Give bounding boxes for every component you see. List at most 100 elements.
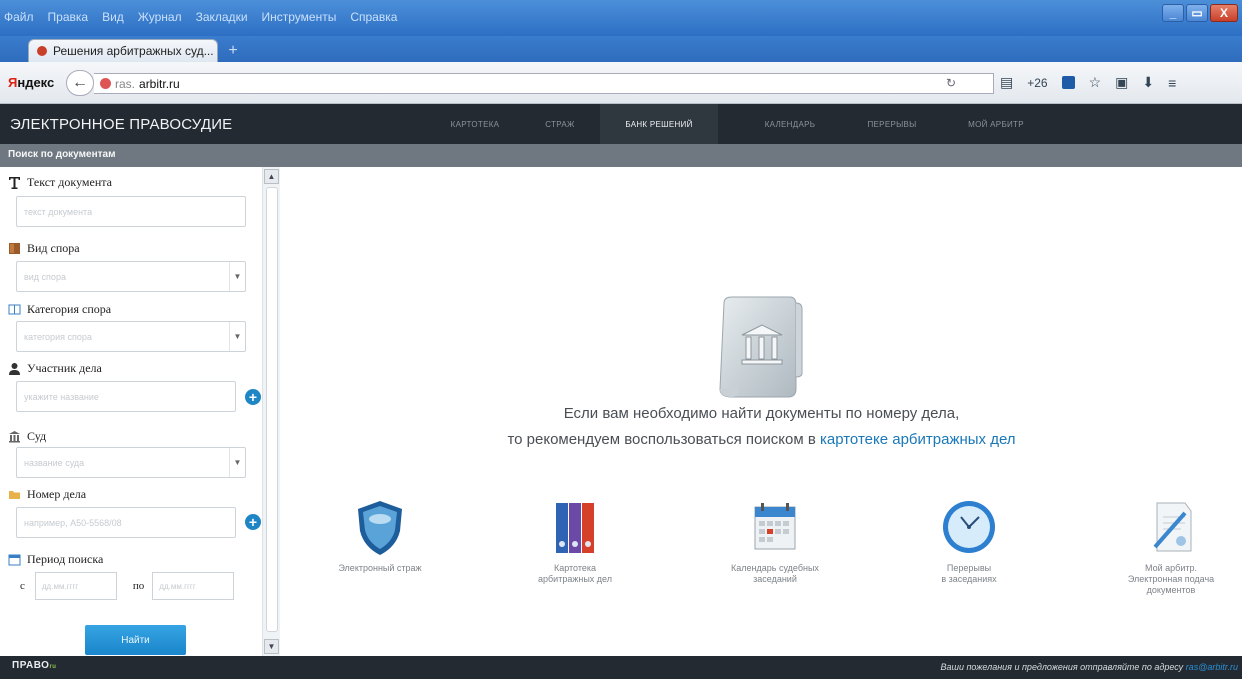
kartoteka-link[interactable]: картотеке арбитражных дел [820,431,1016,448]
period-group: Период поиска [8,552,103,567]
toolbar-icons: ▤ +26 ☆ ▣ ⬇ ≡ [1000,74,1176,91]
address-bar[interactable]: ras. arbitr.ru [94,73,994,94]
nav-strazh[interactable]: СТРАЖ [530,104,590,144]
category-value: категория спора [24,331,92,342]
menu-bookmarks[interactable]: Закладки [196,10,248,24]
folder-icon [9,491,20,499]
tile-caption-line: документов [1146,585,1196,595]
participant-label-text: Участник дела [27,361,102,375]
url-domain: arbitr.ru [139,76,180,91]
case-number-input[interactable]: например, А50-5568/08 [16,507,236,538]
tile-case-files[interactable]: Картотека арбитражных дел [505,497,645,585]
add-participant-button[interactable]: + [245,389,261,405]
scroll-thumb[interactable] [266,187,278,632]
date-from-input[interactable]: дд.мм.гггг [34,572,117,600]
dispute-type-label: Вид спора [8,241,80,256]
nav-kalendar[interactable]: КАЛЕНДАРЬ [740,104,840,144]
tile-electronic-guard[interactable]: Электронный страж [310,497,450,574]
chevron-down-icon[interactable]: ▼ [229,448,245,477]
main-content: Если вам необходимо найти документы по н… [281,167,1242,656]
dispute-type-icon [9,243,20,254]
tile-caption-line: Перерывы [946,563,992,573]
tile-breaks[interactable]: Перерывы в заседаниях [899,497,1039,585]
tile-caption-line: Электронный страж [338,563,422,573]
feed-icon[interactable]: ▤ [1000,74,1013,91]
menu-help[interactable]: Справка [350,10,397,24]
back-button[interactable]: ← [66,70,94,96]
date-to-input[interactable]: дд.мм.гггг [152,572,235,600]
case-number-label-text: Номер дела [27,487,87,501]
tile-caption-line: арбитражных дел [538,574,612,584]
download-icon[interactable]: ⬇ [1142,74,1154,91]
site-identity-icon [100,78,111,89]
search-subheader: Поиск по документам [0,144,1242,167]
feedback-email-link[interactable]: ras@arbitr.ru [1186,662,1238,672]
person-icon [9,363,20,375]
tile-caption: Картотека арбитражных дел [505,563,645,585]
case-number-label: Номер дела [8,487,86,502]
nav-pereryvy[interactable]: ПЕРЕРЫВЫ [852,104,932,144]
favicon-icon [37,46,47,56]
menu-file[interactable]: Файл [4,10,34,24]
clock-icon [943,501,995,553]
menu-edit[interactable]: Правка [48,10,89,24]
scroll-up-icon[interactable]: ▲ [264,169,279,184]
category-group: Категория спора [8,302,111,317]
bookmark-star-icon[interactable]: ☆ [1089,74,1102,91]
participant-label: Участник дела [8,361,102,376]
pravo-logo[interactable]: ПРАВОru [12,660,56,671]
reload-icon[interactable]: ↻ [946,76,956,90]
court-select[interactable]: название суда ▼ [16,447,246,478]
close-window-button[interactable]: X [1210,4,1238,22]
sidebar-scrollbar[interactable]: ▲ ▼ [262,167,280,656]
calendar-icon [754,503,796,550]
nav-moy-arbitr[interactable]: МОЙ АРБИТР [946,104,1046,144]
feedback-note-text: Ваши пожелания и предложения отправляйте… [940,662,1184,672]
period-label-text: Период поиска [27,552,104,566]
maximize-button[interactable]: ▭ [1186,4,1208,22]
participant-input[interactable]: укажите название [16,381,236,412]
chevron-down-icon[interactable]: ▼ [229,262,245,291]
find-button[interactable]: Найти [85,625,186,655]
info-message-prefix: то рекомендуем воспользоваться поиском в [507,431,816,448]
period-row: с дд.мм.гггг по дд.мм.гггг [8,572,235,600]
tile-my-arbitr[interactable]: Мой арбитр. Электронная подача документо… [1101,497,1241,596]
nav-bank-resheniy[interactable]: БАНК РЕШЕНИЙ [600,104,718,144]
court-group: Суд [8,429,46,444]
document-archive-icon [719,296,803,398]
browser-tabbar: Решения арбитражных суд... + [0,36,1242,62]
text-label: Текст документа [8,175,112,190]
dispute-type-label-text: Вид спора [27,241,80,255]
info-message-line1: Если вам необходимо найти документы по н… [563,405,960,422]
document-text-input[interactable]: текст документа [16,196,246,227]
menu-view[interactable]: Вид [102,10,124,24]
category-select[interactable]: категория спора ▼ [16,321,246,352]
menu-hamburger-icon[interactable]: ≡ [1168,75,1176,91]
court-label-text: Суд [27,429,47,443]
book-icon [8,304,21,315]
dispute-type-select[interactable]: вид спора ▼ [16,261,246,292]
scroll-down-icon[interactable]: ▼ [264,639,279,654]
browser-tab[interactable]: Решения арбитражных суд... [28,39,218,62]
minimize-button[interactable]: _ [1162,4,1184,22]
nav-kartoteka[interactable]: КАРТОТЕКА [420,104,530,144]
chevron-down-icon[interactable]: ▼ [229,322,245,351]
extension-icon[interactable] [1061,76,1075,89]
add-case-number-button[interactable]: + [245,514,261,530]
new-tab-button[interactable]: + [222,42,244,60]
tab-title: Решения арбитражных суд... [53,44,214,58]
court-building-icon [9,431,20,443]
category-label: Категория спора [8,302,111,317]
tile-caption-line: в заседаниях [941,574,997,584]
site-brand[interactable]: ЭЛЕКТРОННОЕ ПРАВОСУДИЕ [10,116,232,133]
yandex-logo[interactable]: Яндекс [8,75,54,90]
tile-court-calendar[interactable]: Календарь судебных заседаний [705,497,845,585]
menu-tools[interactable]: Инструменты [262,10,337,24]
search-sidebar: Текст документа текст документа Вид спор… [0,167,280,656]
tile-caption-line: Календарь судебных [731,563,819,573]
url-subdomain: ras. [115,76,136,91]
bookmarks-list-icon[interactable]: ▣ [1115,74,1128,91]
extensions-count[interactable]: +26 [1027,76,1047,90]
tile-caption: Календарь судебных заседаний [705,563,845,585]
menu-history[interactable]: Журнал [138,10,182,24]
